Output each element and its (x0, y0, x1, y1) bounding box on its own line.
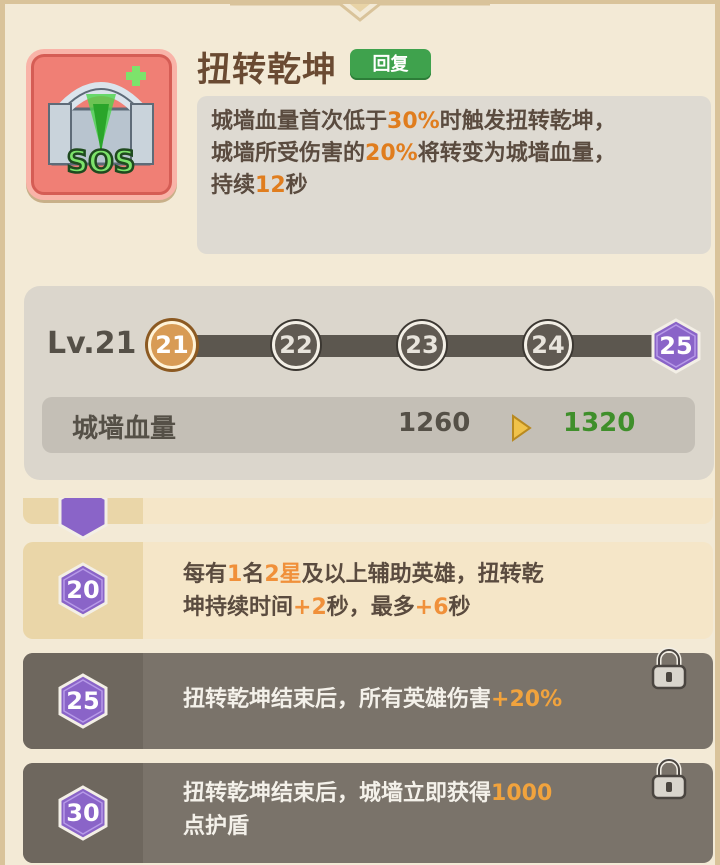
upgrade-description: 扭转乾坤结束后，所有英雄伤害+20% (183, 683, 562, 716)
skill-title: 扭转乾坤 (197, 50, 337, 90)
desc-highlight: 2星 (264, 562, 302, 587)
current-level-label: Lv.21 (47, 326, 137, 361)
upgrade-row-25[interactable]: 25 扭转乾坤结束后，所有英雄伤害+20% (23, 647, 713, 749)
skill-icon: SOS (26, 49, 177, 200)
desc-text: 持续 (211, 173, 256, 198)
level-node-24[interactable]: 24 (524, 321, 572, 369)
desc-highlight: +6 (414, 595, 449, 620)
arrow-right-icon (512, 414, 532, 442)
level-node-21[interactable]: 21 (148, 321, 196, 369)
level-node-23[interactable]: 23 (398, 321, 446, 369)
stat-next-value: 1320 (563, 408, 636, 438)
desc-highlight: 1 (227, 562, 243, 587)
stat-name: 城墙血量 (72, 414, 177, 444)
level-hex-icon (58, 498, 108, 540)
desc-text: 扭转乾坤结束后，城墙立即获得 (183, 781, 492, 806)
desc-line-3: 持续12秒 (211, 170, 697, 202)
skill-description: 城墙血量首次低于30%时触发扭转乾坤， 城墙所受伤害的20%将转变为城墙血量， … (197, 96, 711, 254)
desc-text: 名 (242, 562, 265, 587)
lock-icon (651, 647, 687, 690)
desc-text: 坤持续时间 (183, 595, 294, 620)
sos-wall-icon: SOS (48, 66, 154, 181)
desc-text: 城墙所受伤害的 (211, 141, 366, 166)
desc-text: 秒 (285, 173, 308, 198)
level-node-22[interactable]: 22 (272, 321, 320, 369)
desc-text: 城墙血量首次低于 (211, 109, 388, 134)
desc-highlight: 30% (387, 109, 440, 134)
upgrade-row-30[interactable]: 30 扭转乾坤结束后，城墙立即获得1000 点护盾 (23, 757, 713, 863)
level-node-25-label: 25 (659, 332, 692, 360)
upgrade-description: 每有1名2星及以上辅助英雄，扭转乾 坤持续时间+2秒，最多+6秒 (183, 558, 544, 624)
desc-highlight: +2 (293, 595, 327, 620)
desc-highlight: 20% (365, 141, 418, 166)
desc-text: 及以上辅助英雄，扭转乾 (301, 562, 544, 587)
upgrade-level-label: 30 (66, 799, 99, 827)
desc-text: 秒，最多 (326, 595, 415, 620)
lock-icon (651, 757, 687, 800)
level-hex-icon: 30 (58, 785, 108, 841)
list-item-partial (23, 498, 713, 540)
desc-text: 将转变为城墙血量， (417, 141, 616, 166)
desc-line-1: 城墙血量首次低于30%时触发扭转乾坤， (211, 106, 697, 138)
top-ornament (230, 2, 490, 22)
desc-highlight: 1000 (491, 781, 553, 806)
level-node-25[interactable]: 25 (650, 318, 702, 374)
desc-text: 秒 (448, 595, 471, 620)
level-hex-icon: 20 (58, 562, 108, 618)
desc-text: 每有 (183, 562, 228, 587)
sos-label: SOS (67, 145, 136, 180)
desc-text: 时触发扭转乾坤， (439, 109, 616, 134)
desc-highlight: +20% (491, 687, 563, 712)
upgrade-row-20[interactable]: 20 每有1名2星及以上辅助英雄，扭转乾 坤持续时间+2秒，最多+6秒 (23, 542, 713, 639)
desc-line-2: 城墙所受伤害的20%将转变为城墙血量， (211, 138, 697, 170)
level-hex-icon: 25 (58, 673, 108, 729)
upgrade-list[interactable]: 20 每有1名2星及以上辅助英雄，扭转乾 坤持续时间+2秒，最多+6秒 25 扭… (0, 498, 720, 865)
desc-highlight: 12 (255, 173, 286, 198)
upgrade-level-label: 20 (66, 576, 99, 604)
skill-type-tag: 回复 (350, 49, 431, 80)
upgrade-description: 扭转乾坤结束后，城墙立即获得1000 点护盾 (183, 777, 552, 843)
desc-text: 点护盾 (183, 814, 250, 839)
stat-current-value: 1260 (398, 408, 471, 438)
upgrade-level-label: 25 (66, 687, 99, 715)
desc-text: 扭转乾坤结束后，所有英雄伤害 (183, 687, 492, 712)
